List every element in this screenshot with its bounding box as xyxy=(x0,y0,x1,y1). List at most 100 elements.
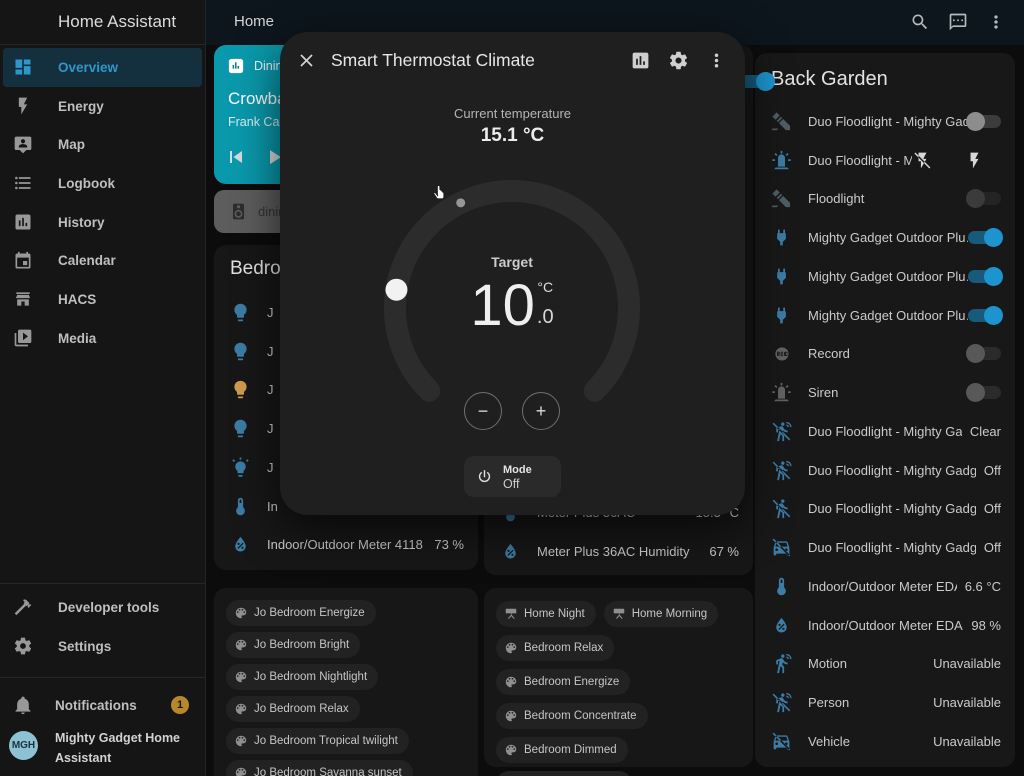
entity-name: Meter Plus 36AC Humidity xyxy=(537,544,701,559)
flash-off-icon[interactable] xyxy=(912,151,933,170)
media-box-icon xyxy=(13,328,33,348)
menu-toggle-icon[interactable] xyxy=(12,12,34,34)
flash-icon[interactable] xyxy=(964,151,985,170)
sidebar-divider xyxy=(0,677,205,678)
entity-row-floodlight[interactable]: Floodlight xyxy=(755,180,1015,219)
entity-name: Record xyxy=(808,346,968,361)
close-icon[interactable] xyxy=(296,50,317,71)
gear-icon xyxy=(13,636,33,656)
gear-icon[interactable] xyxy=(668,50,689,71)
entity-row-duo-floodlight-mighty-gadget[interactable]: Duo Floodlight - Mighty Gadget …Off xyxy=(755,528,1015,567)
entity-row-person[interactable]: PersonUnavailable xyxy=(755,683,1015,722)
scene-chip-jo-bedroom-relax[interactable]: Jo Bedroom Relax xyxy=(226,696,360,722)
thermostat-dialog: Smart Thermostat Climate Current tempera… xyxy=(280,32,745,515)
motion-off-icon xyxy=(771,421,792,442)
entity-state: Unavailable xyxy=(933,734,1001,749)
dots-vertical-icon[interactable] xyxy=(986,12,1006,32)
entity-row-mighty-gadget-outdoor-plu[interactable]: Mighty Gadget Outdoor Plu… xyxy=(755,296,1015,335)
entity-name: Mighty Gadget Outdoor Plu… xyxy=(808,230,968,245)
sidebar-item-overview[interactable]: Overview xyxy=(3,48,202,87)
scene-chip-jo-bedroom-nightlight[interactable]: Jo Bedroom Nightlight xyxy=(226,664,378,690)
skip-previous-icon[interactable] xyxy=(224,145,248,169)
scene-chip-bedroom-dimmed[interactable]: Bedroom Dimmed xyxy=(496,737,628,763)
chart-box-icon xyxy=(13,212,33,232)
scene-chip-label: Jo Bedroom Savanna sunset xyxy=(254,767,402,776)
decrease-temperature-button[interactable]: − xyxy=(464,392,502,430)
entity-row-mighty-gadget-outdoor-plu[interactable]: Mighty Gadget Outdoor Plu… xyxy=(755,218,1015,257)
calendar-icon xyxy=(13,251,33,271)
entity-row-meter-plus-36ac-humidity[interactable]: Meter Plus 36AC Humidity67 % xyxy=(484,532,753,571)
sidebar-item-notifications[interactable]: Notifications 1 xyxy=(0,686,205,724)
toggle-off-dim[interactable] xyxy=(968,347,1001,360)
entity-row-indoor-outdoor-meter-4118-h[interactable]: Indoor/Outdoor Meter 4118 H…73 % xyxy=(214,526,478,565)
sidebar-item-label: Logbook xyxy=(58,176,115,191)
increase-temperature-button[interactable]: + xyxy=(522,392,560,430)
speaker-icon xyxy=(229,202,248,221)
toggle-off[interactable] xyxy=(968,115,1001,128)
entity-row-mighty-gadget-outdoor-plu[interactable]: Mighty Gadget Outdoor Plu… xyxy=(755,257,1015,296)
mode-label: Mode xyxy=(503,463,532,477)
scene-chip-bedroom-energize[interactable]: Bedroom Energize xyxy=(496,669,630,695)
entity-row-indoor-outdoor-meter-eda4-h[interactable]: Indoor/Outdoor Meter EDA4 H…98 % xyxy=(755,606,1015,645)
scene-chip-jo-bedroom-savanna-sunset[interactable]: Jo Bedroom Savanna sunset xyxy=(226,760,413,776)
mode-button[interactable]: Mode Off xyxy=(464,456,561,497)
toggle-off-dark[interactable] xyxy=(968,192,1001,205)
sidebar-item-hacs[interactable]: HACS xyxy=(3,280,202,319)
scene-chip-home-night[interactable]: Home Night xyxy=(496,601,596,627)
sidebar-item-label: Energy xyxy=(58,99,104,114)
toggle-on[interactable] xyxy=(968,231,1001,244)
entity-name: Motion xyxy=(808,656,925,671)
current-temperature-block: Current temperature 15.1 °C xyxy=(280,106,745,147)
entity-row-duo-floodlight-migh[interactable]: Duo Floodlight - Migh… xyxy=(755,141,1015,180)
entity-row-vehicle[interactable]: VehicleUnavailable xyxy=(755,722,1015,761)
entity-row-duo-floodlight-mighty-gadge[interactable]: Duo Floodlight - Mighty Gadge…Clear xyxy=(755,412,1015,451)
mode-value: Off xyxy=(503,477,532,491)
sidebar-item-energy[interactable]: Energy xyxy=(3,87,202,126)
scene-chip-home-morning[interactable]: Home Morning xyxy=(604,601,718,627)
lightbulb-icon xyxy=(230,302,251,323)
flash-icon xyxy=(13,96,33,116)
sidebar-item-logbook[interactable]: Logbook xyxy=(3,164,202,203)
scene-chip-label: Bedroom Energize xyxy=(524,676,619,688)
toggle-off-dim[interactable] xyxy=(968,386,1001,399)
entity-row-indoor-outdoor-meter-eda4[interactable]: Indoor/Outdoor Meter EDA46.6 °C xyxy=(755,567,1015,606)
palette-icon xyxy=(234,638,248,652)
map-account-icon xyxy=(13,135,33,155)
entity-row-duo-floodlight-mighty-gadget[interactable]: Duo Floodlight - Mighty Gadget …Off xyxy=(755,490,1015,529)
sidebar-item-settings[interactable]: Settings xyxy=(3,627,202,666)
siren-icon xyxy=(771,150,792,171)
entity-row-duo-floodlight-mighty-gadget[interactable]: Duo Floodlight - Mighty Gadget …Off xyxy=(755,451,1015,490)
entity-row-record[interactable]: Record xyxy=(755,335,1015,374)
home-scenes-card: Home Night Home Morning Bedroom Relax Bedro… xyxy=(484,588,753,767)
palette-icon xyxy=(234,702,248,716)
dots-vertical-icon[interactable] xyxy=(706,50,727,71)
toggle-on[interactable] xyxy=(968,309,1001,322)
chart-box-icon[interactable] xyxy=(630,50,651,71)
sidebar-item-media[interactable]: Media xyxy=(3,319,202,358)
scene-chip-jo-bedroom-tropical-twilight[interactable]: Jo Bedroom Tropical twilight xyxy=(226,728,409,754)
sidebar-item-history[interactable]: History xyxy=(3,203,202,242)
scene-chip-label: Jo Bedroom Bright xyxy=(254,639,349,651)
scene-chip-bedroom-bedroom[interactable]: Bedroom Bedroom xyxy=(496,771,632,776)
scene-chip-jo-bedroom-bright[interactable]: Jo Bedroom Bright xyxy=(226,632,360,658)
motion-off-icon xyxy=(771,460,792,481)
message-icon[interactable] xyxy=(948,12,968,32)
thermometer-icon xyxy=(771,576,792,597)
dialog-header: Smart Thermostat Climate xyxy=(280,32,745,88)
sidebar-item-developer-tools[interactable]: Developer tools xyxy=(3,588,202,627)
tab-home[interactable]: Home xyxy=(234,13,274,30)
current-temperature-label: Current temperature xyxy=(280,106,745,121)
entity-row-motion[interactable]: Motion Unavailable xyxy=(755,645,1015,684)
sidebar-item-map[interactable]: Map xyxy=(3,125,202,164)
entity-row-duo-floodlight-mighty-gad[interactable]: Duo Floodlight - Mighty Gad… xyxy=(755,102,1015,141)
scene-chip-jo-bedroom-energize[interactable]: Jo Bedroom Energize xyxy=(226,600,376,626)
entity-state: Unavailable xyxy=(933,656,1001,671)
magnify-icon[interactable] xyxy=(910,12,930,32)
entity-row-siren[interactable]: Siren xyxy=(755,373,1015,412)
scene-chip-bedroom-relax[interactable]: Bedroom Relax xyxy=(496,635,614,661)
toggle-on[interactable] xyxy=(968,270,1001,283)
sidebar-item-calendar[interactable]: Calendar xyxy=(3,241,202,280)
back-garden-title: Back Garden xyxy=(771,68,888,91)
entity-name: Indoor/Outdoor Meter 4118 H… xyxy=(267,537,426,552)
scene-chip-bedroom-concentrate[interactable]: Bedroom Concentrate xyxy=(496,703,648,729)
